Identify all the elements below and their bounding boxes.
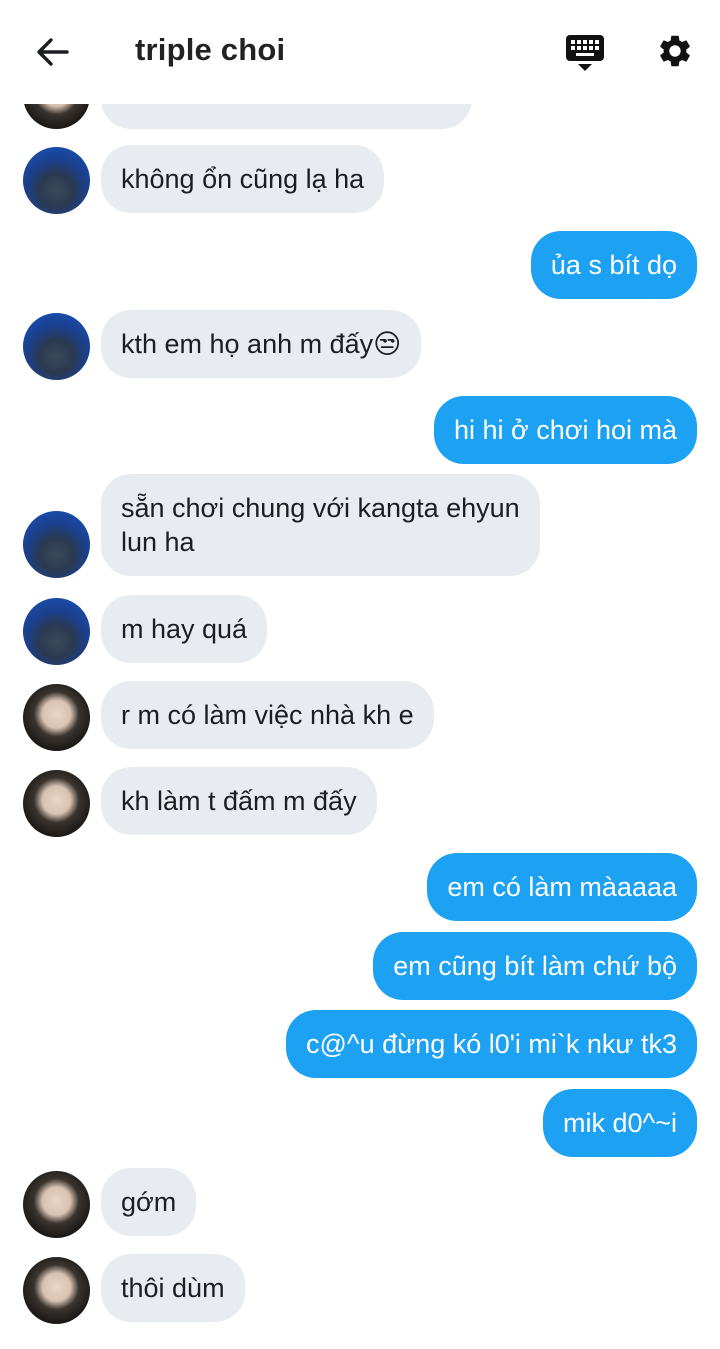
conversation-header: triple choi (0, 0, 720, 104)
message-bubble-incoming[interactable]: m hay quá (101, 595, 268, 663)
keyboard-button[interactable] (562, 30, 608, 76)
avatar[interactable] (23, 770, 90, 837)
arrow-left-icon (37, 38, 69, 66)
message-text: r m có làm việc nhà kh e (121, 700, 414, 730)
message-bubble-incoming[interactable]: r m có làm việc nhà kh e (101, 681, 434, 749)
message-text: thôi dùm (121, 1273, 225, 1303)
message-text: kth em họ anh m đấy😒 (121, 329, 402, 359)
conversation-title: triple choi (135, 32, 286, 67)
message-text: không ổn cũng lạ ha (121, 164, 365, 194)
message-bubble-outgoing[interactable]: ủa s bít dọ (530, 231, 697, 299)
message-bubble-outgoing[interactable]: em cũng bít làm chứ bộ (373, 932, 697, 1000)
message-bubble-incoming[interactable]: sẵn chơi chung với kangta ehyun lun ha (101, 474, 540, 576)
message-bubble-outgoing[interactable]: em có làm màaaaa (427, 853, 697, 921)
message-text: m hay quá (121, 614, 248, 644)
avatar[interactable] (23, 1257, 90, 1324)
message-bubble-incoming[interactable]: kh làm t đấm m đấy (101, 767, 377, 835)
message-text: em cũng bít làm chứ bộ (393, 951, 677, 981)
avatar[interactable] (23, 598, 90, 665)
message-text: c@^u đừng kó l0'i mi`k nkư tk3 (306, 1029, 677, 1059)
keyboard-icon (566, 35, 604, 71)
message-text: sẵn chơi chung với kangta ehyun (121, 493, 520, 523)
avatar[interactable] (23, 1171, 90, 1238)
message-text: lun ha (121, 527, 195, 557)
message-text: gớm (121, 1187, 177, 1217)
message-text: hi hi ở chơi hoi mà (453, 415, 677, 445)
avatar[interactable] (23, 313, 90, 380)
message-text: kh làm t đấm m đấy (121, 786, 357, 816)
message-list[interactable]: không ổn cũng lạ ha ủa s bít dọ kth em h… (0, 0, 720, 1349)
avatar[interactable] (23, 511, 90, 578)
avatar[interactable] (23, 684, 90, 751)
message-text: mik d0^~i (563, 1108, 677, 1138)
message-text: em có làm màaaaa (447, 872, 677, 902)
message-text: ủa s bít dọ (550, 250, 677, 280)
back-button[interactable] (28, 30, 76, 74)
message-bubble-outgoing[interactable]: mik d0^~i (543, 1089, 697, 1157)
settings-button[interactable] (652, 28, 698, 74)
message-bubble-incoming[interactable]: kth em họ anh m đấy😒 (101, 310, 422, 378)
message-bubble-outgoing[interactable]: hi hi ở chơi hoi mà (433, 396, 697, 464)
gear-icon (660, 35, 690, 67)
message-bubble-incoming[interactable]: thôi dùm (101, 1254, 245, 1322)
message-bubble-outgoing[interactable]: c@^u đừng kó l0'i mi`k nkư tk3 (286, 1010, 697, 1078)
avatar[interactable] (23, 147, 90, 214)
message-bubble-incoming[interactable]: gớm (101, 1168, 197, 1236)
message-bubble-incoming[interactable]: không ổn cũng lạ ha (101, 145, 385, 213)
